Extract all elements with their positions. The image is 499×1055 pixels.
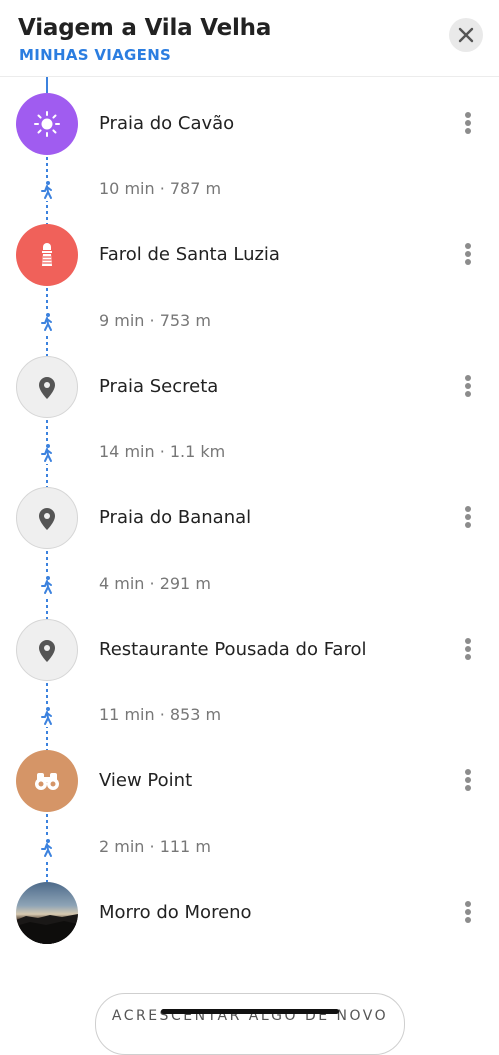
location-pin-icon [39,377,55,399]
segment-duration-distance: 9 min · 753 m [99,311,211,330]
more-options-icon[interactable] [456,111,480,139]
home-indicator[interactable] [161,1009,339,1014]
close-icon [458,27,474,43]
trip-title: Viagem a Vila Velha [18,15,272,41]
travel-segment: 10 min · 787 m [0,175,499,205]
segment-duration-distance: 4 min · 291 m [99,574,211,593]
segment-duration-distance: 11 min · 853 m [99,705,222,724]
itinerary-timeline: Praia do Cavão 10 min · 787 m Farol de S… [0,77,499,1024]
stop-item[interactable]: Restaurante Pousada do Farol [0,619,499,683]
stop-marker [16,619,78,681]
more-options-icon[interactable] [456,374,480,402]
stop-name: Praia do Cavão [99,113,235,134]
more-options-icon[interactable] [456,900,480,928]
stop-name: Farol de Santa Luzia [99,244,280,265]
walking-icon [38,311,56,333]
stop-name: Morro do Moreno [99,902,252,923]
close-button[interactable] [449,18,483,52]
walking-icon [38,179,56,201]
location-pin-icon [39,640,55,662]
stop-name: Praia Secreta [99,376,219,397]
travel-segment: 11 min · 853 m [0,701,499,731]
stop-photo-thumbnail [16,882,78,944]
stop-item[interactable]: Praia Secreta [0,356,499,420]
segment-duration-distance: 2 min · 111 m [99,837,211,856]
walking-icon [38,574,56,596]
travel-segment: 2 min · 111 m [0,833,499,863]
walking-icon [38,705,56,727]
location-pin-icon [39,508,55,530]
my-trips-link[interactable]: MINHAS VIAGENS [19,46,171,64]
segment-duration-distance: 14 min · 1.1 km [99,442,226,461]
stop-item[interactable]: Praia do Bananal [0,487,499,551]
lighthouse-icon [42,243,52,266]
stop-item[interactable]: Morro do Moreno [0,882,499,946]
stop-name: Praia do Bananal [99,507,252,528]
segment-duration-distance: 10 min · 787 m [99,179,222,198]
binoculars-icon [35,773,59,790]
stop-name: Restaurante Pousada do Farol [99,639,367,660]
stop-item[interactable]: Praia do Cavão [0,93,499,157]
travel-segment: 14 min · 1.1 km [0,438,499,468]
more-options-icon[interactable] [456,505,480,533]
stop-marker [16,356,78,418]
more-options-icon[interactable] [456,242,480,270]
stop-item[interactable]: View Point [0,750,499,814]
more-options-icon[interactable] [456,637,480,665]
walking-icon [38,442,56,464]
stop-marker [16,487,78,549]
travel-segment: 4 min · 291 m [0,570,499,600]
stop-marker [16,224,78,286]
add-something-new-button[interactable]: ACRESCENTAR ALGO DE NOVO [95,993,405,1055]
trip-header: Viagem a Vila Velha MINHAS VIAGENS [0,0,499,77]
travel-segment: 9 min · 753 m [0,307,499,337]
walking-icon [38,837,56,859]
stop-item[interactable]: Farol de Santa Luzia [0,224,499,288]
stop-name: View Point [99,770,193,791]
stop-marker [16,93,78,155]
stop-marker [16,750,78,812]
more-options-icon[interactable] [456,768,480,796]
route-line [46,77,48,93]
sun-icon [34,111,60,137]
